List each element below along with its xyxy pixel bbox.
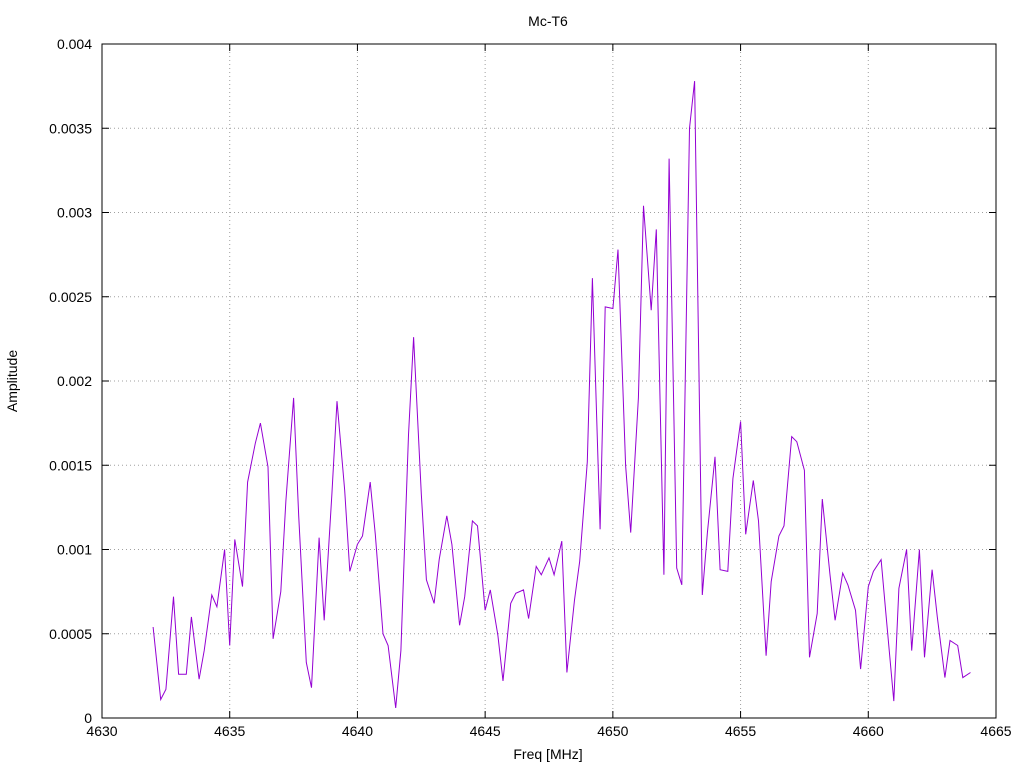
y-tick-label: 0.0035 <box>49 120 92 136</box>
plot-frame <box>101 43 997 719</box>
y-axis-label: Amplitude <box>4 350 20 412</box>
x-tick-label: 4645 <box>470 723 501 739</box>
y-tick-labels: 0 0.0005 0.001 0.0015 0.002 0.0025 0.003 0.0035… <box>49 36 92 726</box>
y-tick-label: 0.003 <box>57 205 92 221</box>
x-tick-labels: 4630 4635 4640 4645 4650 4655 4660 4665 <box>86 723 1011 739</box>
grid-lines <box>102 44 996 718</box>
y-tick-label: 0.004 <box>57 36 92 52</box>
x-tick-label: 4655 <box>725 723 756 739</box>
chart: 4630 4635 4640 4645 4650 4655 4660 4665 00.0005… <box>4 13 1012 762</box>
axis-ticks <box>101 43 997 719</box>
x-tick-label: 4650 <box>597 723 628 739</box>
x-tick-label: 4640 <box>342 723 373 739</box>
chart-title: Mc-T6 <box>528 13 568 29</box>
series-line <box>152 81 971 708</box>
y-tick-label: 0.001 <box>57 542 92 558</box>
x-tick-label: 4660 <box>853 723 884 739</box>
y-tick-label: 0 <box>84 710 92 726</box>
y-tick-label: 0.0015 <box>49 457 92 473</box>
y-tick-label: 0.002 <box>57 373 92 389</box>
x-tick-label: 4665 <box>980 723 1011 739</box>
y-tick-label: 0.0005 <box>49 626 92 642</box>
y-tick-label: 0.0025 <box>49 289 92 305</box>
x-axis-label: Freq [MHz] <box>513 746 582 762</box>
x-tick-label: 4635 <box>214 723 245 739</box>
